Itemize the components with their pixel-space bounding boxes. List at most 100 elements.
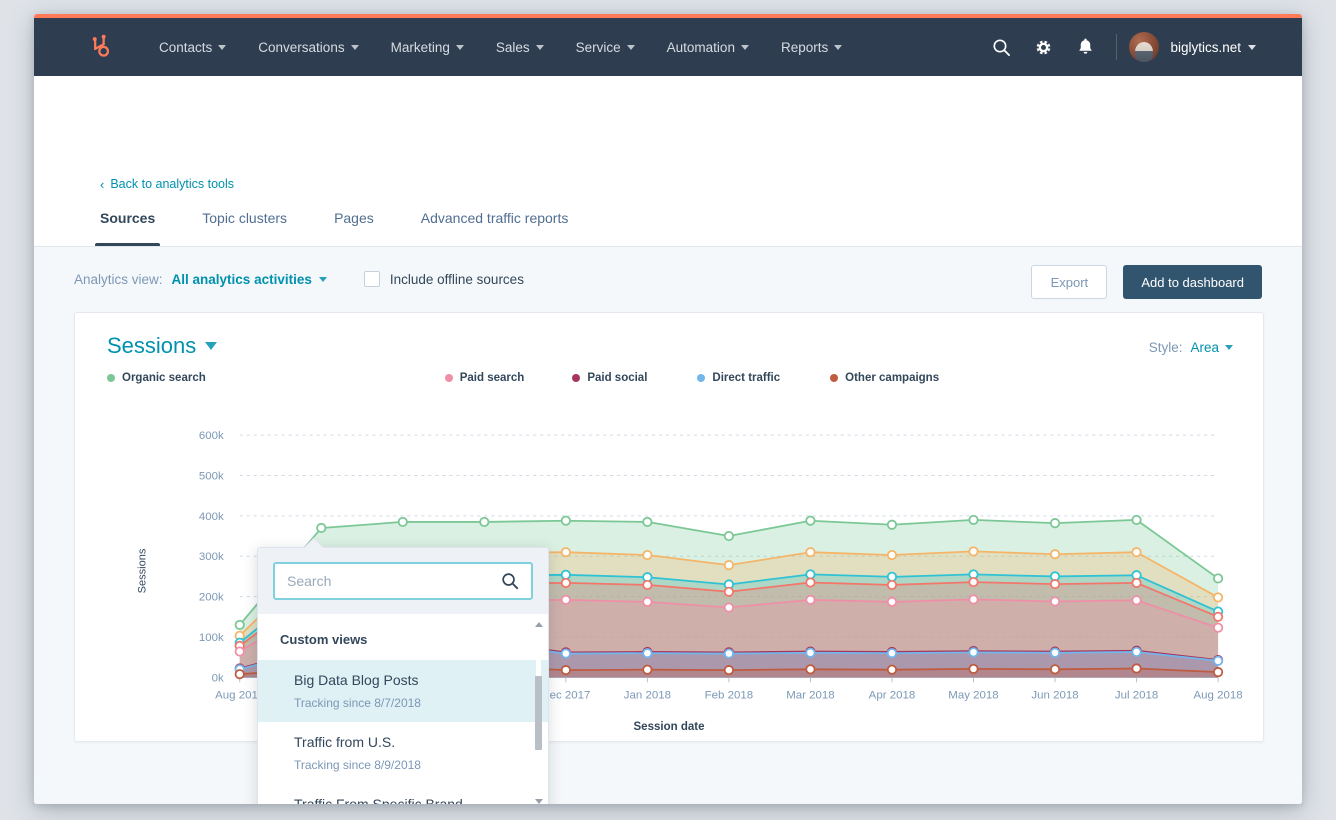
- style-control: Style: Area: [1149, 340, 1233, 355]
- tab-bar: Sources Topic clusters Pages Advanced tr…: [34, 194, 1302, 247]
- nav-divider: [1116, 34, 1117, 60]
- dropdown-item-traffic-from-us[interactable]: Traffic from U.S. Tracking since 8/9/201…: [258, 722, 548, 784]
- dropdown-item-subtitle: Tracking since 8/7/2018: [294, 696, 526, 710]
- analytics-toolbar: Analytics view: All analytics activities…: [74, 271, 524, 287]
- nav-item-automation[interactable]: Automation: [651, 40, 765, 55]
- chevron-down-icon: [456, 45, 464, 50]
- nav-item-contacts[interactable]: Contacts: [143, 40, 242, 55]
- nav-item-label: Automation: [667, 40, 735, 55]
- legend-color-dot: [697, 374, 705, 382]
- search-field-wrapper[interactable]: [273, 562, 533, 600]
- page-header: ‹ Back to analytics tools Traffic Analyt…: [34, 76, 1302, 194]
- dropdown-item-traffic-from-specific-brand[interactable]: Traffic From Specific Brand Tracking sin…: [258, 784, 548, 804]
- app-window: Contacts Conversations Marketing Sales S…: [34, 14, 1302, 804]
- x-axis-tick-label: Jul 2018: [1115, 689, 1158, 701]
- tab-advanced-traffic-reports[interactable]: Advanced traffic reports: [421, 194, 569, 247]
- nav-item-reports[interactable]: Reports: [765, 40, 858, 55]
- analytics-view-label: Analytics view:: [74, 272, 163, 287]
- y-axis-tick-label: 200k: [199, 592, 224, 604]
- nav-item-label: Reports: [781, 40, 828, 55]
- scroll-up-arrow-icon[interactable]: [535, 622, 543, 627]
- style-label: Style:: [1149, 340, 1183, 355]
- nav-item-label: Contacts: [159, 40, 212, 55]
- include-offline-sources-label: Include offline sources: [390, 272, 524, 287]
- nav-item-label: Service: [576, 40, 621, 55]
- account-menu[interactable]: biglytics.net: [1170, 40, 1256, 55]
- dropdown-search-area: [258, 548, 548, 614]
- dropdown-scrollbar[interactable]: [535, 620, 542, 804]
- legend-item-paid-social[interactable]: Paid social: [572, 372, 647, 384]
- hubspot-logo-icon[interactable]: [83, 32, 113, 62]
- page-background: Contacts Conversations Marketing Sales S…: [0, 0, 1336, 820]
- x-axis-title: Session date: [75, 721, 1263, 733]
- avatar[interactable]: [1129, 32, 1159, 62]
- nav-item-sales[interactable]: Sales: [480, 40, 560, 55]
- chart-legend: Organic search Paid search Paid social Dire…: [107, 368, 1239, 388]
- legend-item-label: Other campaigns: [845, 372, 939, 384]
- dropdown-item-big-data-blog-posts[interactable]: Big Data Blog Posts Tracking since 8/7/2…: [258, 660, 548, 722]
- legend-item-paid-search[interactable]: Paid search: [445, 372, 525, 384]
- tab-sources[interactable]: Sources: [100, 194, 155, 247]
- legend-item-other-campaigns[interactable]: Other campaigns: [830, 372, 939, 384]
- chevron-down-icon: [1225, 345, 1233, 350]
- y-axis-tick-label: 0k: [212, 672, 224, 684]
- legend-color-dot: [445, 374, 453, 382]
- chevron-down-icon: [536, 45, 544, 50]
- legend-item-direct-traffic[interactable]: Direct traffic: [697, 372, 780, 384]
- legend-color-dot: [107, 374, 115, 382]
- search-button[interactable]: [980, 27, 1022, 67]
- chevron-down-icon: [319, 277, 327, 282]
- gear-icon: [1034, 38, 1053, 57]
- analytics-view-value: All analytics activities: [172, 272, 312, 287]
- dropdown-section-title: Custom views: [258, 614, 548, 660]
- chart-area: Sessions 0k100k200k300k400k500k600kAug 2…: [75, 401, 1263, 741]
- scroll-down-arrow-icon[interactable]: [535, 799, 543, 804]
- legend-item-label: Paid search: [460, 372, 525, 384]
- search-icon[interactable]: [501, 572, 519, 590]
- scrollbar-thumb[interactable]: [535, 676, 542, 750]
- chevron-down-icon: [834, 45, 842, 50]
- y-axis-tick-label: 500k: [199, 470, 224, 482]
- tab-pages[interactable]: Pages: [334, 194, 374, 247]
- tab-topic-clusters[interactable]: Topic clusters: [202, 194, 287, 247]
- nav-item-conversations[interactable]: Conversations: [242, 40, 374, 55]
- notifications-button[interactable]: [1064, 27, 1106, 67]
- legend-item-label: Direct traffic: [712, 372, 780, 384]
- dropdown-item-subtitle: Tracking since 8/9/2018: [294, 758, 526, 772]
- search-icon: [992, 38, 1011, 57]
- chevron-down-icon: [741, 45, 749, 50]
- y-axis-tick-label: 100k: [199, 632, 224, 644]
- nav-item-marketing[interactable]: Marketing: [375, 40, 480, 55]
- nav-menu: Contacts Conversations Marketing Sales S…: [143, 40, 858, 55]
- top-navigation-bar: Contacts Conversations Marketing Sales S…: [34, 18, 1302, 76]
- legend-item-label: Organic search: [122, 372, 206, 384]
- style-value-label: Area: [1190, 340, 1219, 355]
- legend-item-organic-search[interactable]: Organic search: [107, 372, 206, 384]
- include-offline-sources-checkbox[interactable]: Include offline sources: [364, 271, 524, 287]
- chevron-left-icon: ‹: [100, 178, 104, 191]
- add-to-dashboard-button[interactable]: Add to dashboard: [1123, 265, 1262, 299]
- style-select[interactable]: Area: [1190, 340, 1233, 355]
- chevron-down-icon: [627, 45, 635, 50]
- settings-button[interactable]: [1022, 27, 1064, 67]
- search-input[interactable]: [287, 573, 501, 589]
- x-axis-tick-label: Feb 2018: [705, 689, 753, 701]
- nav-item-service[interactable]: Service: [560, 40, 651, 55]
- analytics-view-select[interactable]: All analytics activities: [172, 272, 327, 287]
- legend-color-dot: [572, 374, 580, 382]
- x-axis-tick-label: Aug 2018: [1194, 689, 1243, 701]
- x-axis-tick-label: May 2018: [948, 689, 998, 701]
- bell-icon: [1076, 38, 1095, 57]
- y-axis-tick-label: 300k: [199, 551, 224, 563]
- account-name-label: biglytics.net: [1170, 40, 1241, 55]
- legend-color-dot: [830, 374, 838, 382]
- dropdown-list[interactable]: Custom views Big Data Blog Posts Trackin…: [258, 614, 548, 804]
- tabs: Sources Topic clusters Pages Advanced tr…: [100, 194, 615, 247]
- dropdown-item-name: Traffic from U.S.: [294, 732, 526, 753]
- x-axis-tick-label: Apr 2018: [869, 689, 916, 701]
- export-button[interactable]: Export: [1031, 265, 1107, 299]
- sessions-metric-select[interactable]: Sessions: [107, 333, 217, 359]
- back-to-analytics-tools-link[interactable]: ‹ Back to analytics tools: [100, 177, 234, 191]
- chevron-down-icon: [205, 342, 217, 350]
- toolbar-actions: Export Add to dashboard: [1031, 265, 1262, 299]
